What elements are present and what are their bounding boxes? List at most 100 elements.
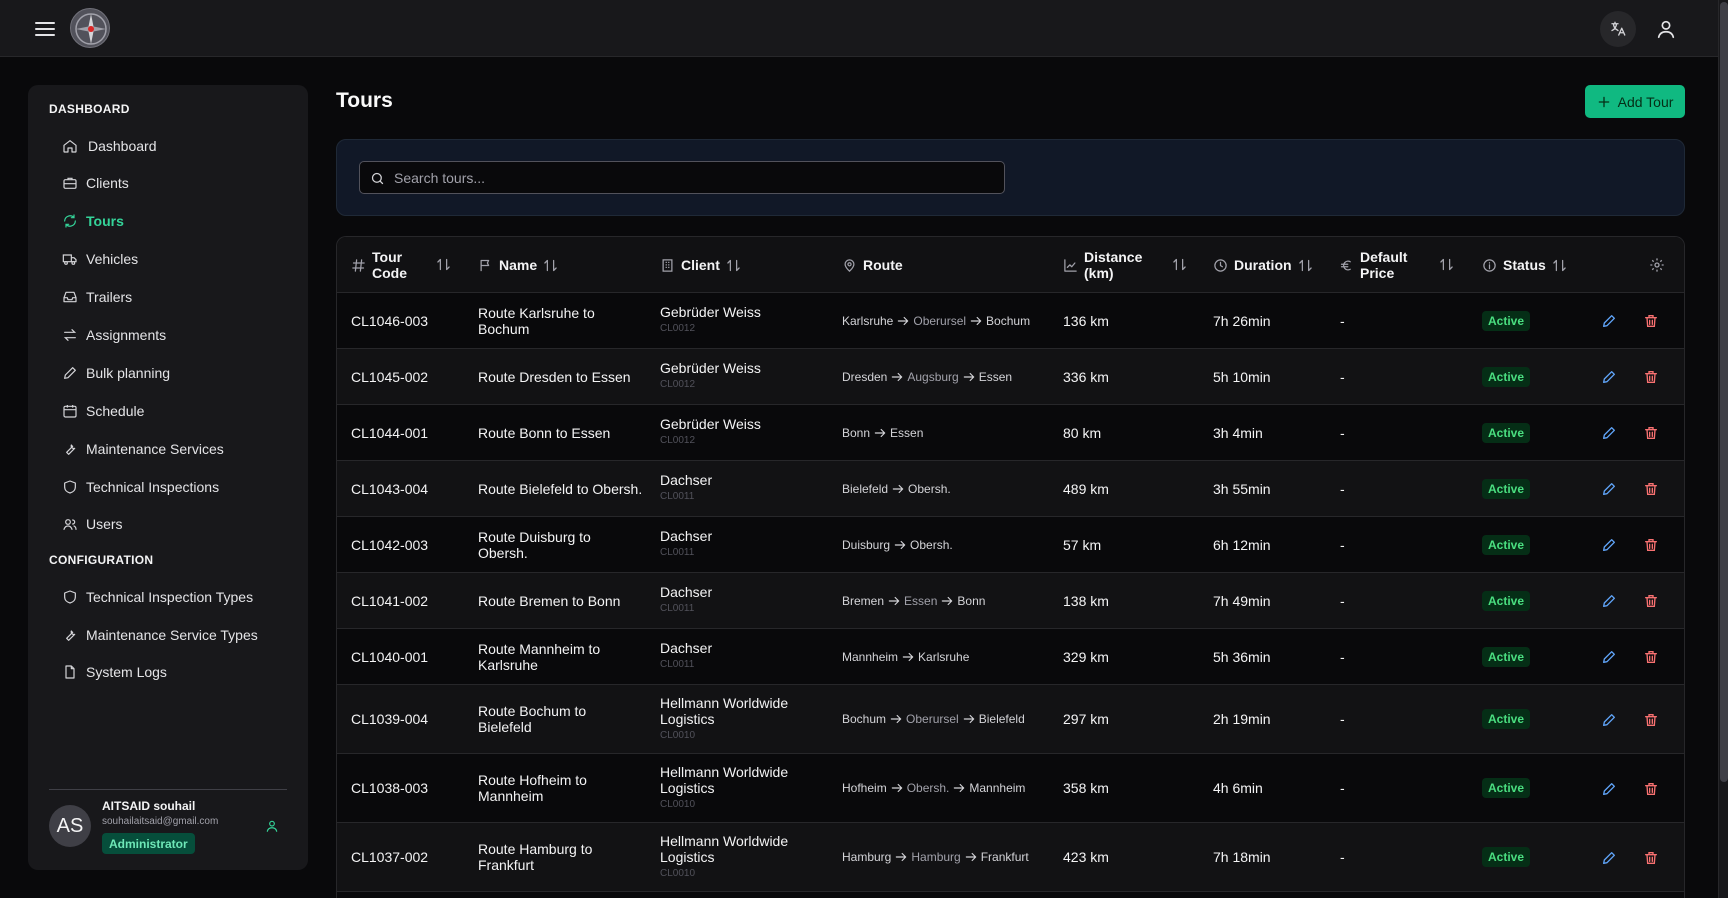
- status-badge: Active: [1482, 366, 1531, 387]
- edit-icon[interactable]: [1601, 781, 1617, 797]
- user-menu-button[interactable]: [1648, 11, 1684, 47]
- arrow-right-icon: [963, 714, 974, 724]
- table-row[interactable]: CL1041-002 Route Bremen to Bonn Dachser CL0…: [337, 573, 1684, 629]
- route-stop: Karlsruhe: [918, 649, 970, 664]
- sidebar-item-label: Bulk planning: [86, 365, 171, 381]
- sort-icon[interactable]: [436, 257, 451, 272]
- route-stop: Dresden: [842, 369, 888, 384]
- sidebar-item-vehicles[interactable]: Vehicles: [62, 244, 138, 274]
- cell-client: Gebrüder Weiss CL0012: [660, 293, 810, 348]
- cell-name: Route Karlsruhe to Bochum: [478, 304, 595, 337]
- logo[interactable]: [70, 8, 110, 48]
- page-scrollbar[interactable]: [1718, 0, 1728, 898]
- flag-icon: [480, 259, 490, 271]
- trash-icon[interactable]: [1643, 850, 1659, 866]
- sidebar-item-tours[interactable]: Tours: [62, 206, 124, 236]
- trash-icon[interactable]: [1643, 313, 1659, 329]
- cell-tour-code: CL1042-003: [351, 536, 429, 553]
- sort-icon[interactable]: [1439, 257, 1454, 272]
- swap-icon: [63, 329, 77, 341]
- trash-icon[interactable]: [1643, 781, 1659, 797]
- tours-table: Tour Code Name Client Route Distance (km…: [336, 236, 1685, 898]
- add-tour-button[interactable]: Add Tour: [1585, 85, 1685, 118]
- client-name: Dachser: [660, 584, 713, 600]
- menu-icon[interactable]: [32, 17, 58, 41]
- cell-client: Hellmann Worldwide Logistics CL0010: [660, 685, 810, 753]
- sidebar-item-trailers[interactable]: Trailers: [62, 282, 132, 312]
- cell-status: Active: [1482, 293, 1531, 348]
- edit-icon[interactable]: [1601, 712, 1617, 728]
- status-badge: Active: [1482, 422, 1531, 443]
- table-row[interactable]: CL1038-003 Route Hofheim to Mannheim Hellm…: [337, 754, 1684, 823]
- translate-button[interactable]: [1600, 11, 1636, 47]
- trash-icon[interactable]: [1643, 649, 1659, 665]
- table-row[interactable]: CL1040-001 Route Mannheim to Karlsruhe Dac…: [337, 629, 1684, 685]
- edit-icon[interactable]: [1601, 369, 1617, 385]
- trash-icon[interactable]: [1643, 369, 1659, 385]
- scrollbar-thumb[interactable]: [1720, 2, 1728, 782]
- cell-duration: 4h 6min: [1213, 780, 1263, 796]
- route-stop: Mannheim: [842, 649, 899, 664]
- client-name: Hellmann Worldwide Logistics: [660, 763, 789, 796]
- cell-name: Route Hamburg to Frankfurt: [478, 841, 593, 873]
- sort-icon[interactable]: [543, 258, 558, 273]
- cell-default-price: -: [1340, 424, 1345, 441]
- sidebar-item-assignments[interactable]: Assignments: [62, 320, 166, 350]
- cell-route: Karlsruhe Oberursel Bochum: [842, 293, 1030, 348]
- profile-icon[interactable]: [265, 819, 279, 833]
- table-row[interactable]: CL1037-002 Route Hamburg to Frankfurt Hell…: [337, 823, 1684, 892]
- sidebar-item-bulk-planning[interactable]: Bulk planning: [62, 358, 170, 388]
- sidebar-item-maintenance-service-types[interactable]: Maintenance Service Types: [62, 620, 258, 650]
- sort-icon[interactable]: [1298, 258, 1313, 273]
- shield-icon: [64, 480, 76, 494]
- edit-icon[interactable]: [1601, 593, 1617, 609]
- sort-icon[interactable]: [1552, 258, 1567, 273]
- table-row[interactable]: CL1046-003 Route Karlsruhe to Bochum Gebrü…: [337, 293, 1684, 349]
- trash-icon[interactable]: [1643, 481, 1659, 497]
- cell-duration: 3h 55min: [1213, 480, 1271, 497]
- sidebar-item-label: Technical Inspection Types: [86, 589, 254, 605]
- route-stop: Bielefeld: [978, 712, 1025, 726]
- cell-tour-code: CL1045-002: [351, 368, 429, 385]
- sort-icon[interactable]: [1172, 257, 1187, 272]
- sidebar-item-dashboard[interactable]: Dashboard: [62, 131, 157, 161]
- table-row[interactable]: CL1042-003 Route Duisburg to Obersh. Dachs…: [337, 517, 1684, 573]
- table-row[interactable]: CL1039-004 Route Bochum to Bielefeld Hellm…: [337, 685, 1684, 754]
- sort-icon[interactable]: [726, 258, 741, 273]
- cell-client: Dachser CL0011: [660, 573, 810, 628]
- chart-icon: [1064, 258, 1077, 272]
- search-input[interactable]: [394, 162, 994, 193]
- trash-icon[interactable]: [1643, 425, 1659, 441]
- edit-icon[interactable]: [1601, 481, 1617, 497]
- col-name: Name: [478, 237, 558, 293]
- sidebar-item-label: Users: [86, 516, 123, 532]
- trash-icon[interactable]: [1643, 537, 1659, 553]
- cell-duration: 5h 10min: [1213, 368, 1271, 385]
- table-row[interactable]: CL1043-004 Route Bielefeld to Obersh. Dach…: [337, 461, 1684, 517]
- sidebar-item-maintenance-services[interactable]: Maintenance Services: [62, 434, 224, 464]
- sidebar-item-system-logs[interactable]: System Logs: [62, 657, 167, 687]
- search-box[interactable]: [359, 161, 1005, 194]
- sidebar-item-users[interactable]: Users: [62, 509, 123, 539]
- edit-icon[interactable]: [1601, 313, 1617, 329]
- table-row[interactable]: CL1044-001 Route Bonn to Essen Gebrüder We…: [337, 405, 1684, 461]
- client-code: CL0011: [660, 547, 695, 558]
- gear-icon[interactable]: [1649, 257, 1665, 273]
- client-code: CL0012: [660, 435, 696, 446]
- edit-icon[interactable]: [1601, 425, 1617, 441]
- building-icon: [662, 258, 673, 272]
- edit-icon[interactable]: [1601, 850, 1617, 866]
- sidebar-item-schedule[interactable]: Schedule: [62, 396, 144, 426]
- cell-tour-code: CL1038-003: [351, 780, 429, 796]
- arrow-right-icon: [902, 652, 914, 661]
- sidebar-divider: [49, 789, 287, 790]
- sidebar-item-technical-inspection-types[interactable]: Technical Inspection Types: [62, 582, 253, 612]
- edit-icon[interactable]: [1601, 649, 1617, 665]
- table-row[interactable]: CL1045-002 Route Dresden to Essen Gebrüder…: [337, 349, 1684, 405]
- sidebar-item-technical-inspections[interactable]: Technical Inspections: [62, 472, 219, 502]
- sidebar-item-clients[interactable]: Clients: [62, 168, 129, 198]
- trash-icon[interactable]: [1643, 712, 1659, 728]
- trash-icon[interactable]: [1643, 593, 1659, 609]
- edit-icon[interactable]: [1601, 537, 1617, 553]
- cell-name: Route Mannheim to Karlsruhe: [478, 640, 601, 673]
